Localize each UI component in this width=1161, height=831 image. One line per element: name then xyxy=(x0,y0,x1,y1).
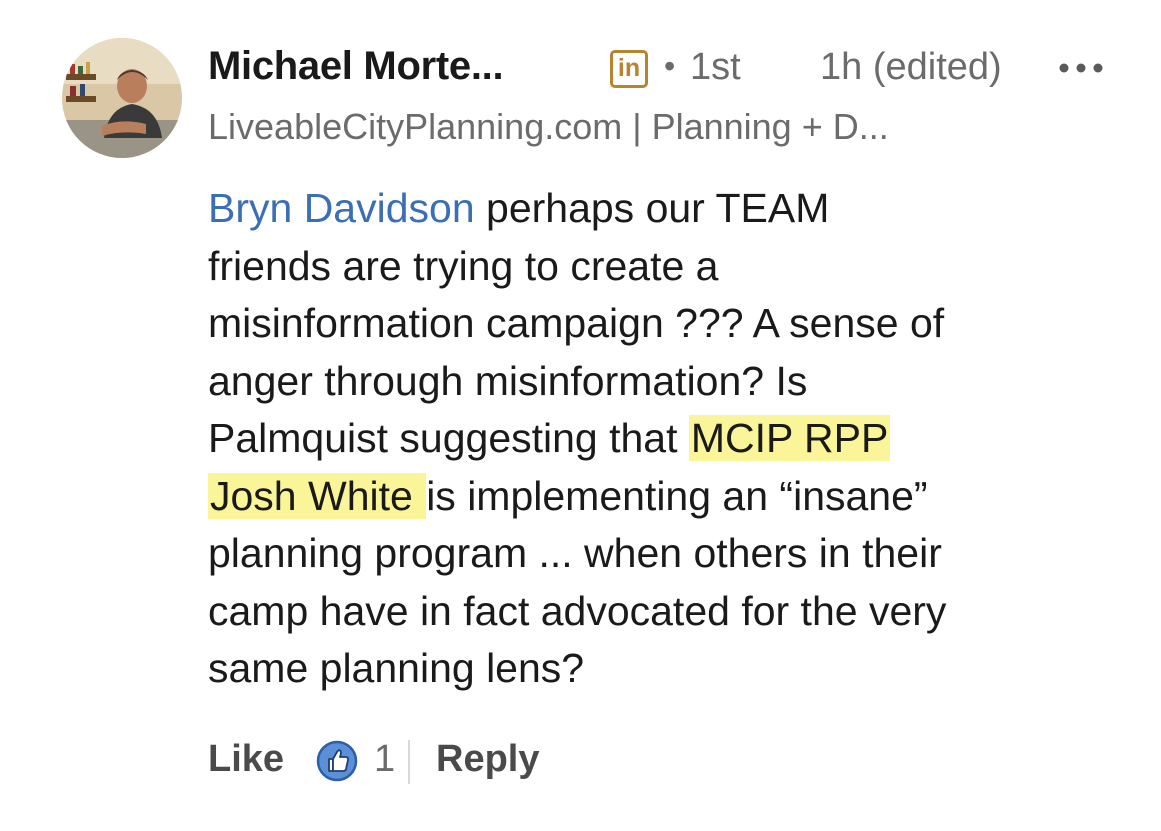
comment-text-segment: Palmquist suggesting that xyxy=(208,415,689,461)
comment-text-segment: perhaps our TEAM xyxy=(474,185,830,231)
comment-line: Josh White is implementing an “insane” xyxy=(208,468,1118,526)
comment-line: camp have in fact advocated for the very xyxy=(208,587,947,634)
comment-text: Bryn Davidson perhaps our TEAM friends a… xyxy=(208,180,1118,698)
author-headline: LiveableCityPlanning.com | Planning + D.… xyxy=(208,106,889,147)
comment-header: Michael Morte... in • 1st 1h (edited) xyxy=(208,44,1128,94)
reply-button[interactable]: Reply xyxy=(436,738,539,781)
author-name[interactable]: Michael Morte... xyxy=(208,44,504,89)
author-avatar[interactable] xyxy=(62,38,182,158)
comment-line: Palmquist suggesting that MCIP RPP xyxy=(208,410,1118,468)
mention-link[interactable]: Bryn Davidson xyxy=(208,185,475,231)
comment-line: friends are trying to create a xyxy=(208,242,719,289)
comment-actions: Like 1 Reply xyxy=(208,738,708,786)
like-button[interactable]: Like xyxy=(208,738,284,781)
thumbs-up-icon xyxy=(316,740,358,782)
comment-line: misinformation campaign ??? A sense of xyxy=(208,300,945,346)
comment-line: same planning lens? xyxy=(208,645,585,691)
action-divider xyxy=(408,740,410,784)
separator-dot: • xyxy=(664,48,676,84)
highlighted-text: Josh White xyxy=(208,472,427,519)
like-reaction[interactable] xyxy=(316,740,358,782)
comment-line: planning program ... when others in thei… xyxy=(208,530,942,576)
like-count: 1 xyxy=(374,738,396,780)
more-horizontal-icon xyxy=(1059,63,1103,73)
comment-timestamp: 1h (edited) xyxy=(820,46,1002,88)
comment-line: Bryn Davidson perhaps our TEAM xyxy=(208,180,1118,238)
highlighted-text: MCIP RPP xyxy=(688,415,891,461)
linkedin-badge-icon: in xyxy=(610,50,648,88)
comment-text-segment: is implementing an “insane” xyxy=(426,472,928,519)
more-options-button[interactable] xyxy=(1056,50,1106,86)
avatar-photo xyxy=(62,38,182,158)
comment-line: anger through misinformation? Is xyxy=(208,357,808,404)
connection-degree: 1st xyxy=(690,46,741,88)
